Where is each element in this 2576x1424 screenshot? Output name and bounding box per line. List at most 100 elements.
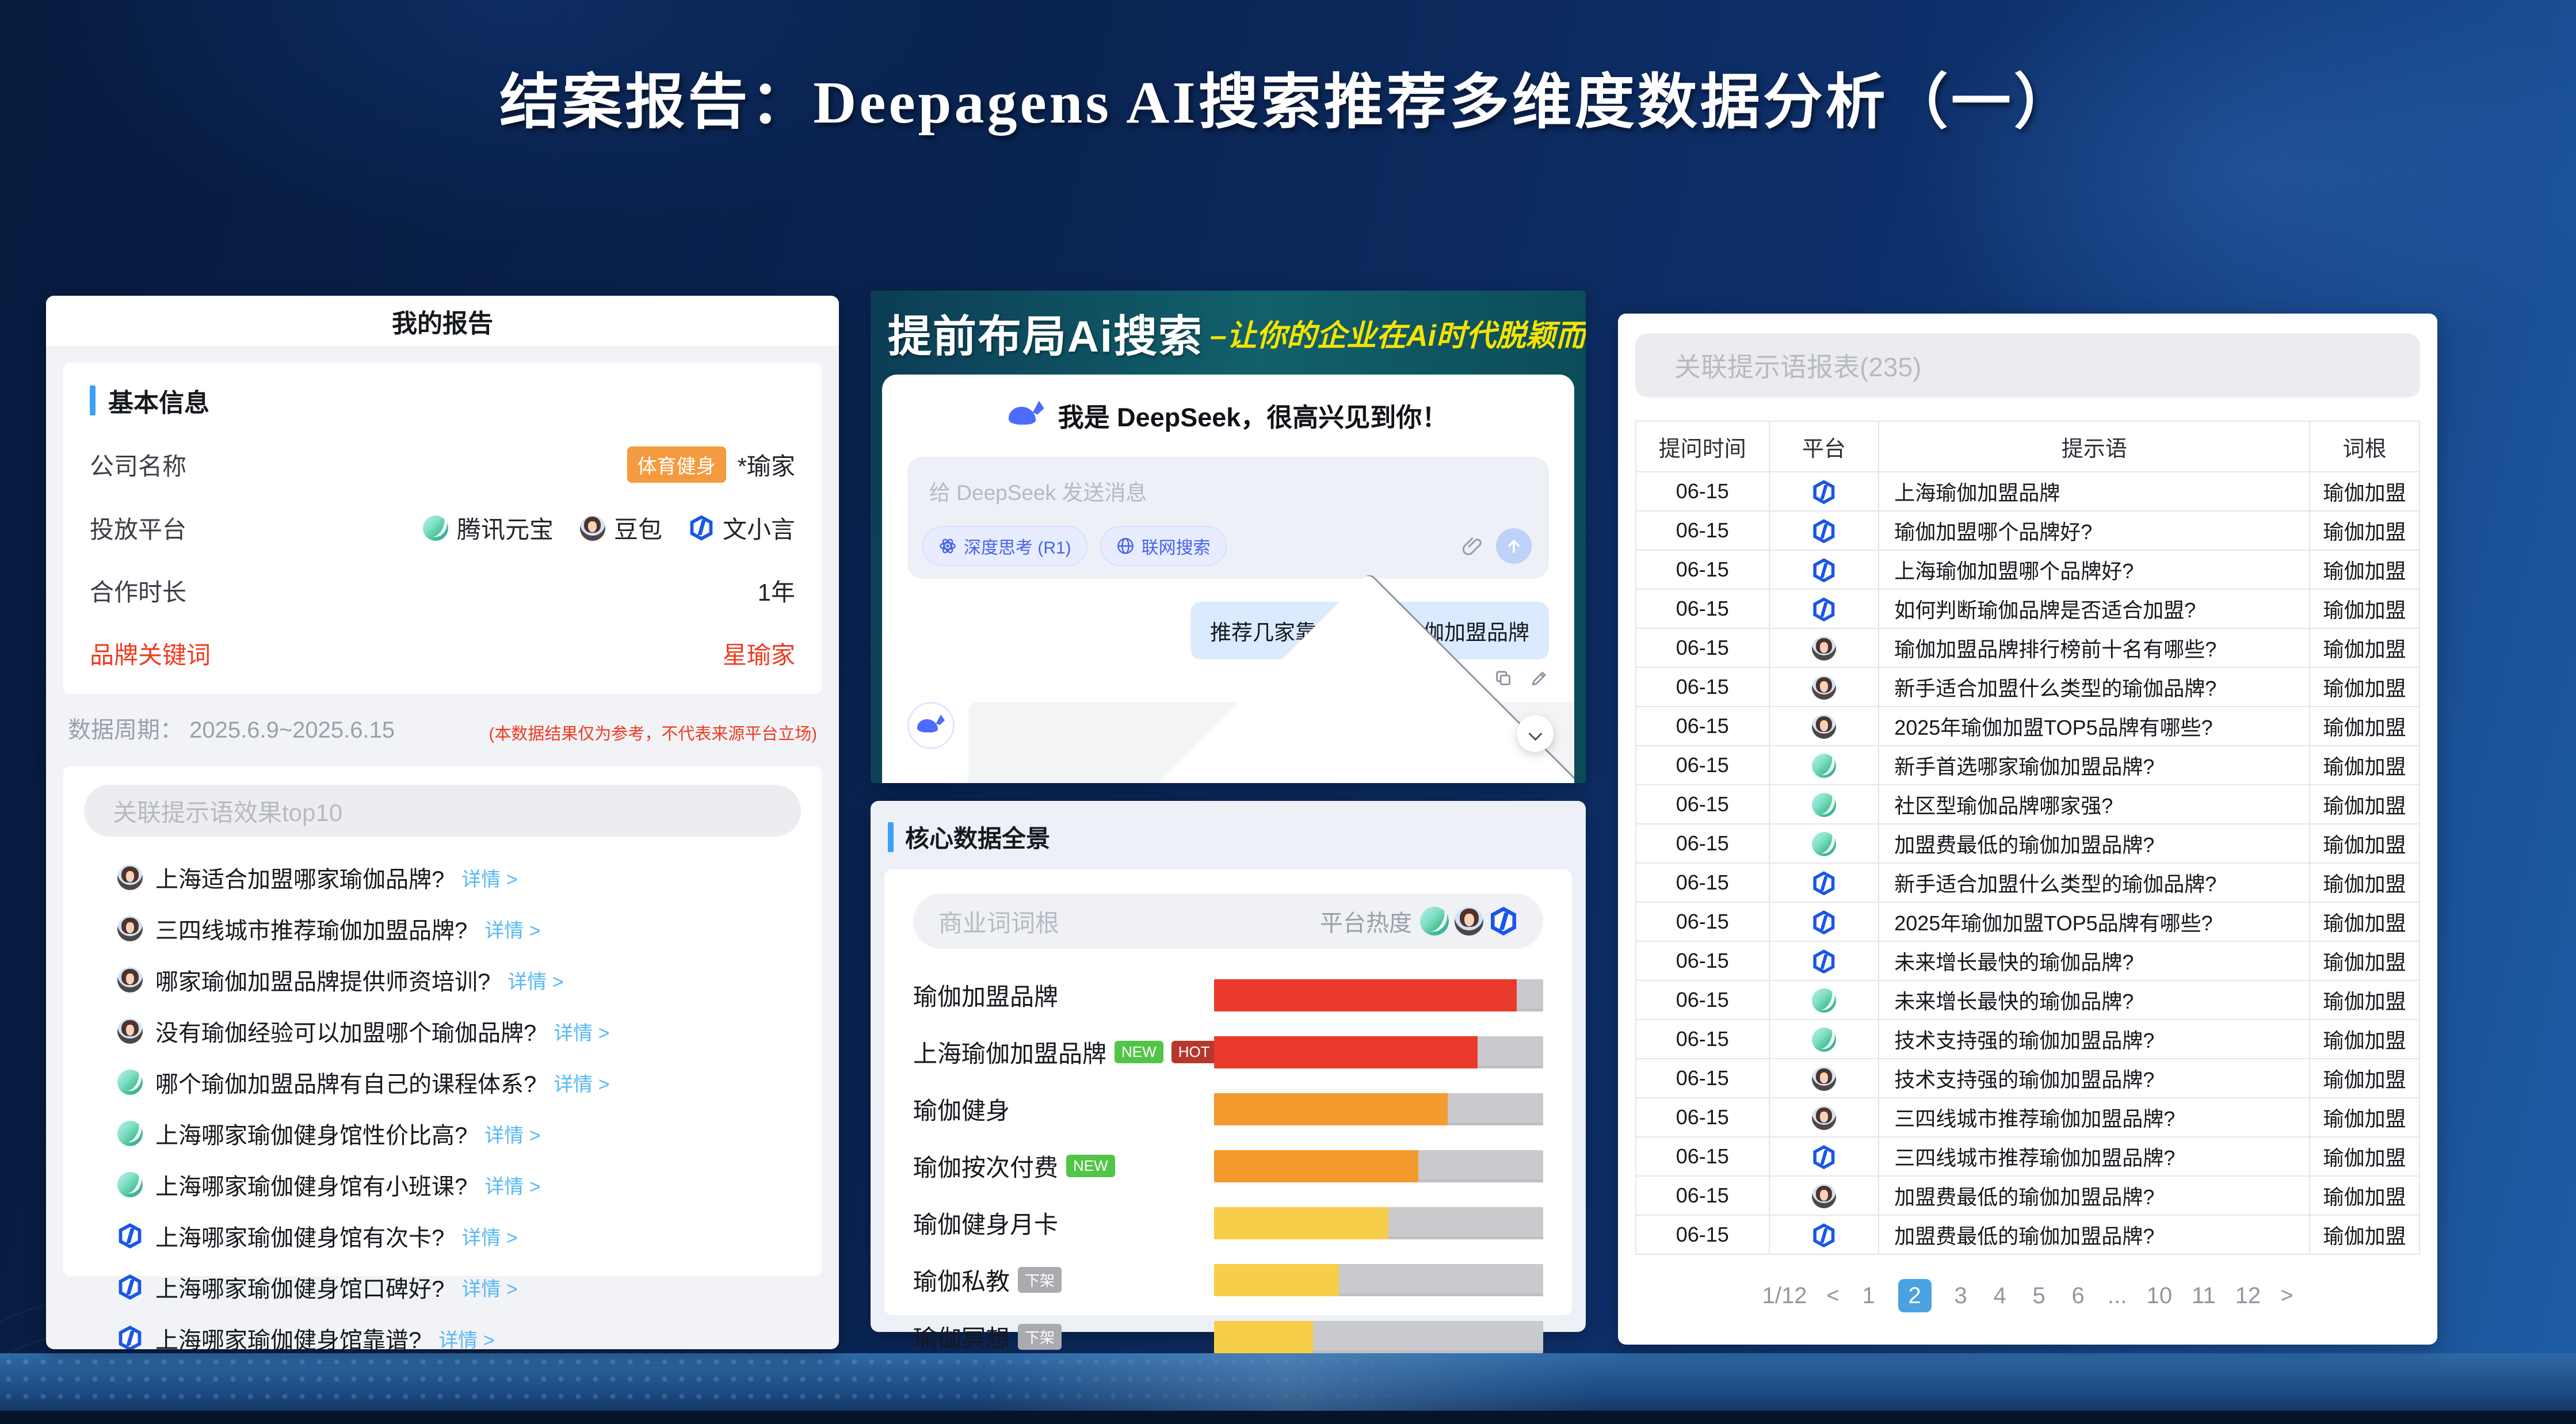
page-ellipsis: ... — [2108, 1283, 2127, 1309]
doubao-icon — [1812, 1106, 1836, 1130]
cell-prompt: 未来增长最快的瑜伽品牌? — [1879, 980, 2310, 1020]
detail-link[interactable]: 详情 > — [484, 1120, 540, 1148]
top10-header: 关联提示语效果top10 — [84, 785, 801, 837]
wenxiaoyan-icon — [1812, 1223, 1836, 1247]
bar-fill — [1214, 979, 1517, 1011]
keyword-text: 瑜伽冥想 — [913, 1319, 1010, 1354]
wenxiaoyan-icon — [117, 1223, 143, 1249]
cell-time: 06-15 — [1636, 511, 1769, 550]
detail-link[interactable]: 详情 > — [554, 1017, 609, 1045]
cell-root: 瑜伽加盟 — [2310, 1215, 2419, 1254]
page-button-10[interactable]: 10 — [2147, 1283, 2173, 1309]
keyword-label: 瑜伽加盟品牌 — [913, 978, 1204, 1013]
table-row: 06-15加盟费最低的瑜伽加盟品牌?瑜伽加盟 — [1636, 1176, 2419, 1215]
page-button-1[interactable]: 1 — [1859, 1283, 1879, 1309]
wenxiaoyan-icon — [1812, 519, 1836, 543]
doubao-icon — [117, 967, 143, 992]
page-button-3[interactable]: 3 — [1951, 1283, 1971, 1309]
keyword-bar-row: 瑜伽健身 — [913, 1091, 1543, 1127]
assistant-answer-row: 已搜索到 37 个网页 已深度思考（用时 31 秒） — [907, 702, 1549, 783]
pagination: 1/12<123456...101112> — [1635, 1279, 2420, 1312]
keyword-bar-row: 瑜伽按次付费NEW — [913, 1148, 1543, 1184]
page-button-2[interactable]: 2 — [1898, 1279, 1932, 1312]
cell-time: 06-15 — [1636, 628, 1769, 667]
page-button-11[interactable]: 11 — [2192, 1283, 2216, 1309]
cell-root: 瑜伽加盟 — [2310, 707, 2419, 746]
company-name-label: 公司名称 — [90, 447, 186, 482]
top10-list: 上海适合加盟哪家瑜伽品牌?详情 >三四线城市推荐瑜伽加盟品牌?详情 >哪家瑜伽加… — [84, 837, 801, 1349]
detail-link[interactable]: 详情 > — [484, 1171, 540, 1199]
page-button-6[interactable]: 6 — [2069, 1283, 2088, 1309]
detail-link[interactable]: 详情 > — [554, 1068, 609, 1097]
cell-root: 瑜伽加盟 — [2310, 589, 2419, 628]
section-accent-bar — [888, 822, 894, 852]
table-row: 06-15如何判断瑜伽品牌是否适合加盟?瑜伽加盟 — [1636, 589, 2419, 628]
detail-link[interactable]: 详情 > — [484, 915, 540, 943]
detail-link[interactable]: 详情 > — [461, 864, 517, 892]
table-row: 06-15瑜伽加盟品牌排行榜前十名有哪些?瑜伽加盟 — [1636, 628, 2419, 667]
cell-root: 瑜伽加盟 — [2310, 980, 2419, 1020]
page-button-4[interactable]: 4 — [1990, 1283, 2010, 1309]
badge: NEW — [1115, 1041, 1163, 1063]
cell-platform — [1769, 941, 1879, 980]
top10-item: 上海哪家瑜伽健身馆性价比高?详情 > — [117, 1117, 797, 1150]
prompt-text: 没有瑜伽经验可以加盟哪个瑜伽品牌? — [155, 1014, 536, 1048]
slide: 结案报告：Deepagens AI搜索推荐多维度数据分析（一） 我的报告 基本信… — [0, 0, 2576, 1424]
keyword-label: 上海瑜伽加盟品牌NEWHOT — [913, 1034, 1204, 1070]
send-button[interactable] — [1496, 528, 1532, 564]
bar-track — [1214, 979, 1543, 1011]
cell-prompt: 新手首选哪家瑜伽加盟品牌? — [1879, 746, 2310, 785]
paperclip-icon[interactable] — [1461, 535, 1483, 557]
badge: 下架 — [1018, 1267, 1062, 1293]
basic-info-header: 基本信息 — [90, 382, 795, 419]
ai-search-screenshot: 提前布局Ai搜索 –让你的企业在Ai时代脱颖而出 我是 DeepSeek，很高兴… — [871, 291, 1586, 783]
cell-root: 瑜伽加盟 — [2310, 628, 2419, 667]
wenxiaoyan-icon — [1812, 910, 1836, 934]
top10-item: 上海哪家瑜伽健身馆有小班课?详情 > — [117, 1168, 797, 1201]
cell-prompt: 上海瑜伽加盟哪个品牌好? — [1879, 550, 2310, 589]
cell-time: 06-15 — [1636, 1059, 1769, 1098]
cell-root: 瑜伽加盟 — [2310, 941, 2419, 980]
cell-prompt: 2025年瑜伽加盟TOP5品牌有哪些? — [1879, 902, 2310, 941]
detail-link[interactable]: 详情 > — [438, 1324, 494, 1350]
page-button-12[interactable]: 12 — [2235, 1283, 2261, 1309]
copy-icon[interactable] — [1494, 669, 1513, 688]
chart-card-header: 商业词词根 平台热度 — [913, 894, 1543, 949]
searched-pages-pill[interactable]: 已搜索到 37 个网页 — [968, 702, 1574, 783]
keyword-bar-row: 瑜伽健身月卡 — [913, 1205, 1543, 1240]
top10-item: 哪个瑜伽加盟品牌有自己的课程体系?详情 > — [117, 1066, 797, 1099]
doubao-icon — [1812, 1067, 1836, 1091]
cell-prompt: 加盟费最低的瑜伽加盟品牌? — [1879, 824, 2310, 863]
table-row: 06-15未来增长最快的瑜伽品牌?瑜伽加盟 — [1636, 980, 2419, 1020]
table-row: 06-15三四线城市推荐瑜伽加盟品牌?瑜伽加盟 — [1636, 1137, 2419, 1176]
globe-icon — [1116, 537, 1135, 555]
platform-name: 豆包 — [614, 510, 662, 545]
wenxiaoyan-icon — [1812, 949, 1836, 973]
scroll-down-button[interactable] — [1517, 715, 1554, 752]
my-report-panel: 我的报告 基本信息 公司名称 体育健身 *瑜家 投放平台 腾讯元宝豆包文小言 — [46, 296, 839, 1349]
detail-link[interactable]: 详情 > — [461, 1273, 517, 1301]
cell-root: 瑜伽加盟 — [2310, 1176, 2419, 1215]
bottom-edge — [0, 1411, 2576, 1424]
deep-think-button[interactable]: 深度思考 (R1) — [922, 526, 1087, 566]
chat-input[interactable]: 给 DeepSeek 发送消息 深度思考 (R1) 联网搜索 — [907, 457, 1549, 579]
cell-time: 06-15 — [1636, 1176, 1769, 1215]
page-button-5[interactable]: 5 — [2029, 1283, 2049, 1309]
cell-platform — [1769, 707, 1879, 746]
cell-platform — [1769, 589, 1879, 628]
detail-link[interactable]: 详情 > — [461, 1222, 517, 1250]
prompt-text: 上海哪家瑜伽健身馆口碑好? — [155, 1270, 444, 1304]
next-page-button[interactable]: > — [2280, 1284, 2293, 1308]
cell-prompt: 未来增长最快的瑜伽品牌? — [1879, 941, 2310, 980]
table-row: 06-15新手适合加盟什么类型的瑜伽品牌?瑜伽加盟 — [1636, 863, 2419, 902]
yuanbao-icon — [1812, 988, 1836, 1013]
wenxiaoyan-icon — [117, 1274, 143, 1300]
platforms-label: 投放平台 — [90, 510, 186, 545]
cell-time: 06-15 — [1636, 941, 1769, 980]
detail-link[interactable]: 详情 > — [507, 966, 563, 994]
web-search-button[interactable]: 联网搜索 — [1100, 526, 1227, 566]
cell-platform — [1769, 863, 1879, 902]
prev-page-button[interactable]: < — [1826, 1284, 1839, 1308]
edit-pencil-icon[interactable] — [1529, 669, 1549, 688]
cell-root: 瑜伽加盟 — [2310, 667, 2419, 707]
